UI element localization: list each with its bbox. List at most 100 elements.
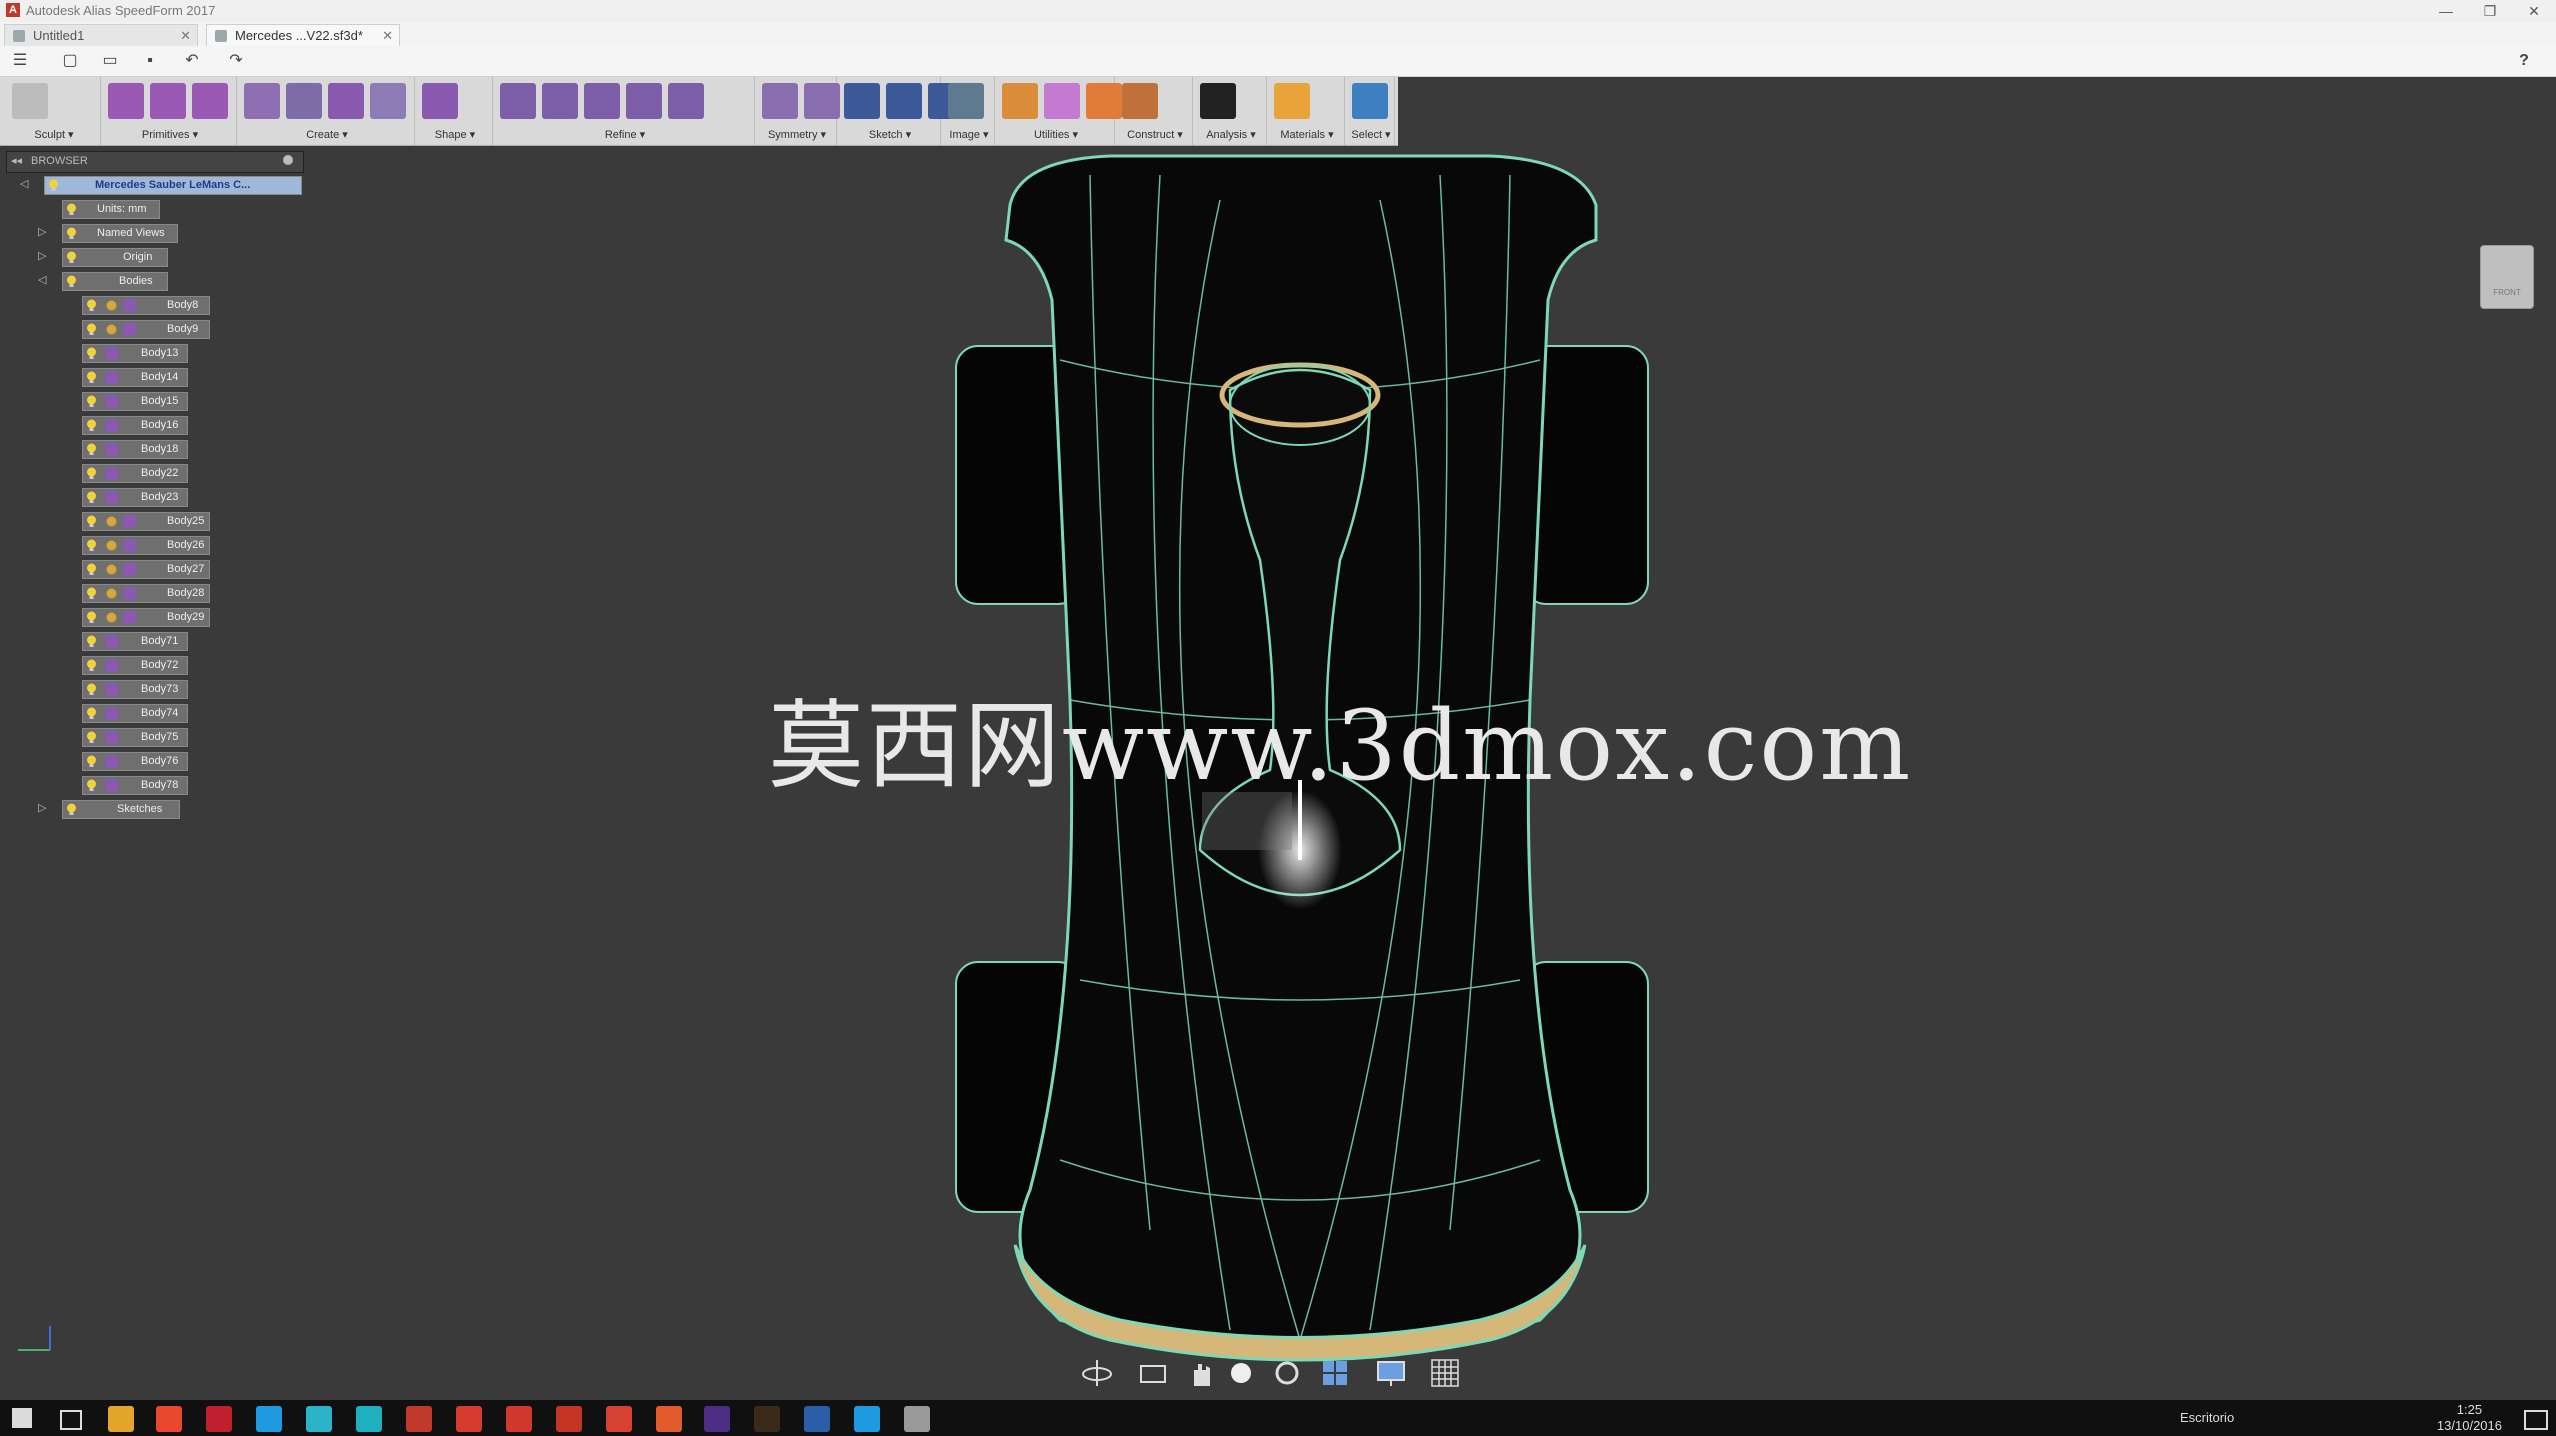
visibility-bulb-icon[interactable] [86, 563, 97, 576]
ribbon-group-label[interactable]: Primitives ▾ [104, 128, 236, 141]
visibility-bulb-icon[interactable] [86, 683, 97, 696]
tree-node-chip[interactable]: Body71 [82, 632, 188, 651]
taskbar-app-icon[interactable] [904, 1406, 930, 1432]
tab-close-icon[interactable]: ✕ [382, 25, 393, 46]
ribbon-group-label[interactable]: Sketch ▾ [840, 128, 940, 141]
visibility-bulb-icon[interactable] [86, 539, 97, 552]
tool-icon[interactable] [150, 83, 186, 119]
tree-node-chip[interactable]: Bodies [62, 272, 168, 291]
visibility-bulb-icon[interactable] [48, 179, 59, 192]
look-at-icon[interactable] [1136, 1356, 1170, 1390]
notifications-icon[interactable] [2524, 1410, 2548, 1430]
lock-icon[interactable] [105, 539, 118, 552]
ribbon-group-label[interactable]: Utilities ▾ [998, 128, 1114, 141]
taskbar-app-icon[interactable] [854, 1406, 880, 1432]
zoom-icon[interactable] [1224, 1356, 1258, 1390]
tool-icon[interactable] [542, 83, 578, 119]
visibility-bulb-icon[interactable] [66, 203, 77, 216]
expand-toggle-icon[interactable]: ▷ [38, 248, 46, 265]
tree-node-chip[interactable]: Body28 [82, 584, 210, 603]
tree-node-chip[interactable]: Sketches [62, 800, 180, 819]
task-view-icon[interactable] [60, 1410, 82, 1430]
taskbar-app-icon[interactable] [754, 1406, 780, 1432]
ribbon-group-label[interactable]: Image ▾ [944, 128, 994, 141]
lock-icon[interactable] [105, 611, 118, 624]
save-icon[interactable]: ▪ [138, 51, 162, 71]
undo-icon[interactable]: ↶ [180, 51, 204, 71]
tree-node-chip[interactable]: Body29 [82, 608, 210, 627]
ribbon-group-label[interactable]: Construct ▾ [1118, 128, 1192, 141]
visibility-bulb-icon[interactable] [66, 803, 77, 816]
lock-icon[interactable] [105, 563, 118, 576]
visibility-bulb-icon[interactable] [86, 707, 97, 720]
taskbar-app-icon[interactable] [108, 1406, 134, 1432]
ribbon-group-label[interactable]: Sculpt ▾ [8, 128, 100, 141]
taskbar-app-icon[interactable] [804, 1406, 830, 1432]
tree-node-chip[interactable]: Body78 [82, 776, 188, 795]
tree-node-chip[interactable]: Body26 [82, 536, 210, 555]
menu-icon[interactable]: ☰ [8, 51, 32, 71]
taskbar-app-icon[interactable] [156, 1406, 182, 1432]
viewcube[interactable]: FRONT [2480, 245, 2534, 309]
visibility-bulb-icon[interactable] [86, 587, 97, 600]
ribbon-group-label[interactable]: Shape ▾ [418, 128, 492, 141]
tree-node-chip[interactable]: Named Views [62, 224, 178, 243]
tool-icon[interactable] [762, 83, 798, 119]
tool-icon[interactable] [1200, 83, 1236, 119]
help-icon[interactable]: ? [2512, 51, 2536, 71]
visibility-bulb-icon[interactable] [86, 755, 97, 768]
start-icon[interactable] [12, 1408, 32, 1428]
visibility-bulb-icon[interactable] [86, 299, 97, 312]
taskbar-app-icon[interactable] [606, 1406, 632, 1432]
tool-icon[interactable] [1086, 83, 1122, 119]
visibility-bulb-icon[interactable] [86, 395, 97, 408]
collapse-panel-icon[interactable]: ◂◂ [11, 154, 22, 167]
visibility-bulb-icon[interactable] [86, 443, 97, 456]
tool-icon[interactable] [1274, 83, 1310, 119]
visibility-bulb-icon[interactable] [86, 611, 97, 624]
tree-node-chip[interactable]: Body14 [82, 368, 188, 387]
tool-icon[interactable] [844, 83, 880, 119]
visibility-bulb-icon[interactable] [66, 251, 77, 264]
taskbar-app-icon[interactable] [256, 1406, 282, 1432]
visibility-bulb-icon[interactable] [86, 347, 97, 360]
lock-icon[interactable] [105, 515, 118, 528]
visibility-bulb-icon[interactable] [86, 635, 97, 648]
tree-node-chip[interactable]: Body15 [82, 392, 188, 411]
tab-untitled1[interactable]: Untitled1 ✕ [4, 24, 198, 47]
desktop-label[interactable]: Escritorio [2180, 1410, 2234, 1425]
new-file-icon[interactable]: ▢ [58, 51, 82, 71]
tool-icon[interactable] [668, 83, 704, 119]
taskbar-app-icon[interactable] [556, 1406, 582, 1432]
tree-node-chip[interactable]: Body18 [82, 440, 188, 459]
visibility-bulb-icon[interactable] [86, 659, 97, 672]
ribbon-group-label[interactable]: Symmetry ▾ [758, 128, 836, 141]
tool-icon[interactable] [192, 83, 228, 119]
visibility-bulb-icon[interactable] [86, 419, 97, 432]
visibility-bulb-icon[interactable] [66, 227, 77, 240]
tree-node-chip[interactable]: Body27 [82, 560, 210, 579]
tab-close-icon[interactable]: ✕ [180, 25, 191, 46]
visibility-bulb-icon[interactable] [86, 467, 97, 480]
tool-icon[interactable] [108, 83, 144, 119]
orbit-icon[interactable] [1080, 1356, 1114, 1390]
tree-node-chip[interactable]: Origin [62, 248, 168, 267]
tree-node-chip[interactable]: Body16 [82, 416, 188, 435]
tool-icon[interactable] [886, 83, 922, 119]
tool-icon[interactable] [370, 83, 406, 119]
tree-node-chip[interactable]: Units: mm [62, 200, 160, 219]
visibility-bulb-icon[interactable] [86, 731, 97, 744]
taskbar-app-icon[interactable] [206, 1406, 232, 1432]
close-button[interactable]: ✕ [2512, 0, 2556, 22]
tree-node-chip[interactable]: Body73 [82, 680, 188, 699]
tree-node-chip[interactable]: Body8 [82, 296, 210, 315]
expand-toggle-icon[interactable]: ◁ [20, 176, 28, 193]
visibility-bulb-icon[interactable] [86, 515, 97, 528]
taskbar-app-icon[interactable] [704, 1406, 730, 1432]
tool-icon[interactable] [804, 83, 840, 119]
tool-icon[interactable] [328, 83, 364, 119]
taskbar-app-icon[interactable] [456, 1406, 482, 1432]
tree-node-chip[interactable]: Body13 [82, 344, 188, 363]
lock-icon[interactable] [105, 587, 118, 600]
clock[interactable]: 1:25 13/10/2016 [2437, 1402, 2502, 1434]
